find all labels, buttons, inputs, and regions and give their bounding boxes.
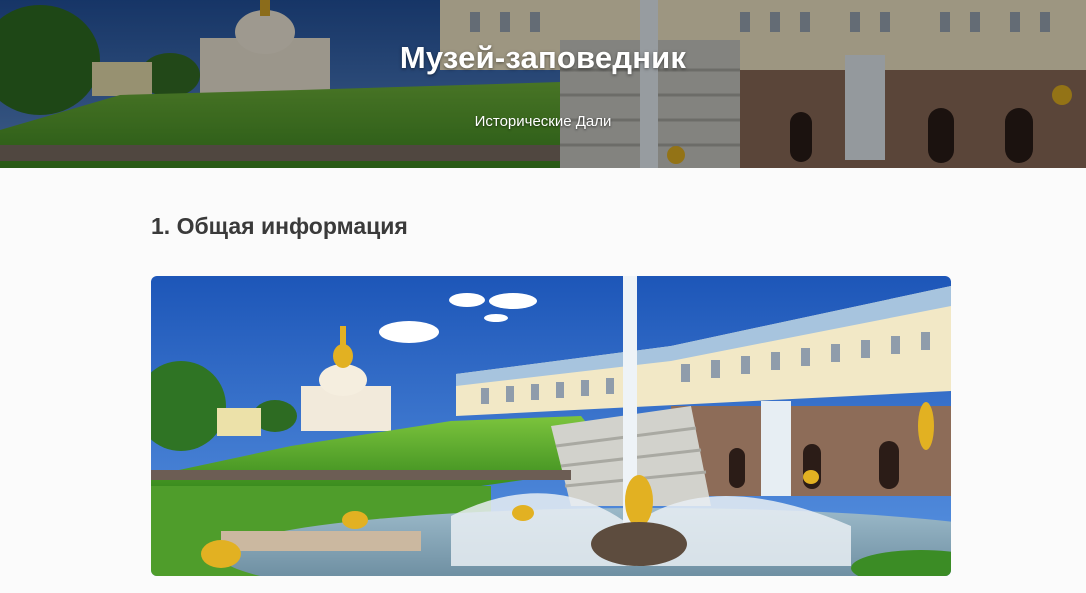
section-heading: 1. Общая информация [151,213,408,239]
site-title: Музей-заповедник [399,40,687,75]
hero-overlay [0,0,1086,168]
peterhof-photo [151,276,951,576]
site-subtitle: Исторические Дали [474,113,612,130]
section-photo [151,276,951,576]
hero-banner: Музей-заповедник Исторические Дали [0,0,1086,168]
